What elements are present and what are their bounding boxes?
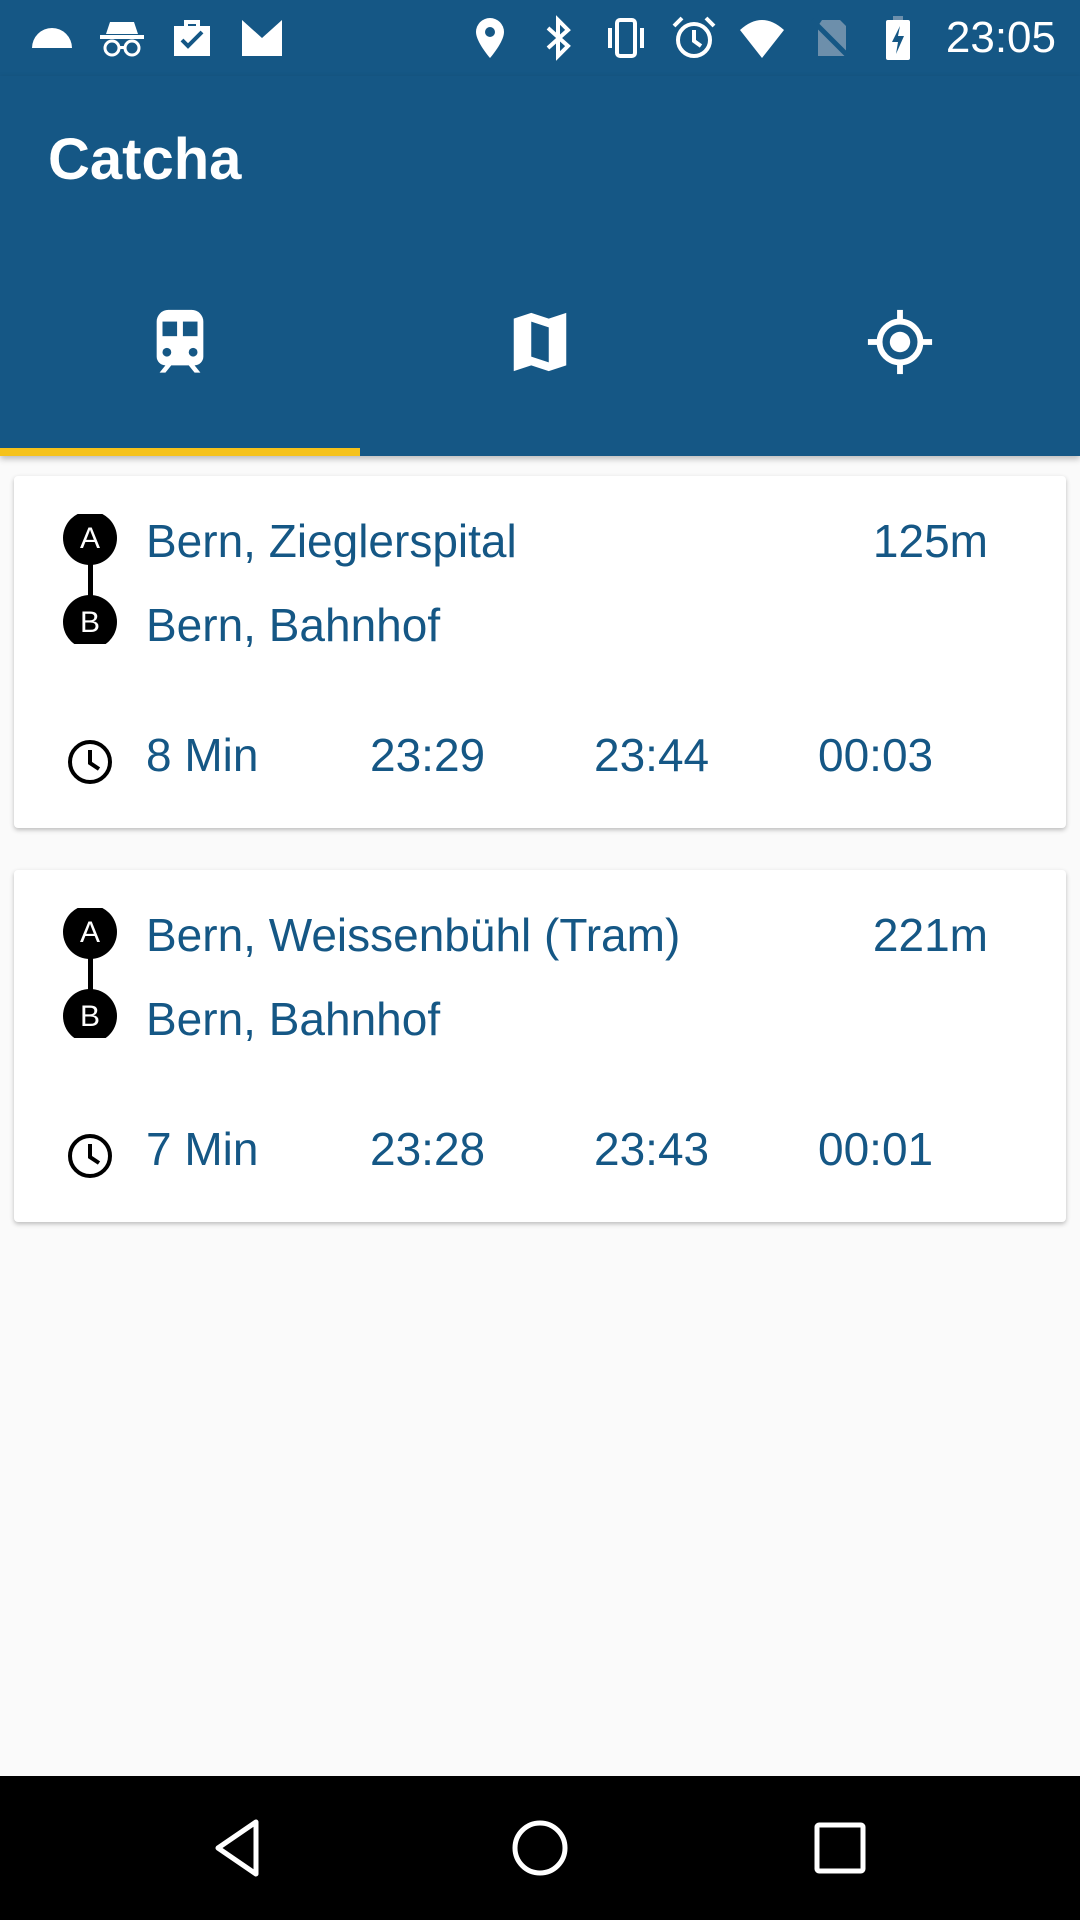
departure-time: 00:01 <box>818 1123 934 1175</box>
vibrate-icon <box>607 18 644 58</box>
status-time: 23:05 <box>945 13 1056 62</box>
tab-connections[interactable] <box>0 252 360 456</box>
svg-text:A: A <box>80 916 100 949</box>
cloud-icon <box>32 28 72 48</box>
tab-bar <box>0 252 1080 456</box>
recents-button[interactable] <box>804 1812 876 1884</box>
tab-map[interactable] <box>360 252 720 456</box>
no-sim-icon <box>810 18 850 58</box>
home-button[interactable] <box>504 1812 576 1884</box>
train-icon <box>156 309 204 373</box>
briefcase-check-icon <box>174 20 210 56</box>
location-icon <box>475 18 504 58</box>
battery-charging-icon <box>885 16 910 60</box>
status-bar: 23:05 <box>0 0 1080 76</box>
departure-time: 23:29 <box>370 729 486 781</box>
back-icon <box>215 1819 259 1877</box>
walk-time: 7 Min <box>146 1123 259 1175</box>
alarm-icon <box>672 16 716 58</box>
clock-icon <box>68 740 112 784</box>
svg-text:B: B <box>80 606 100 639</box>
distance-label: 125m <box>872 515 988 567</box>
gmail-icon <box>242 20 282 56</box>
app-bar: Catcha <box>0 76 1080 456</box>
walk-time: 8 Min <box>146 729 259 781</box>
app-title: Catcha <box>48 127 242 192</box>
connection-card[interactable]: A B Bern, Weissenbühl (Tram) Bern, Bahnh… <box>14 870 1066 1222</box>
location-target-icon <box>867 309 933 375</box>
distance-label: 221m <box>872 909 988 961</box>
recents-icon <box>814 1822 866 1874</box>
back-button[interactable] <box>204 1812 276 1884</box>
bluetooth-icon <box>546 15 571 61</box>
navigation-bar <box>0 1776 1080 1920</box>
clock-icon <box>68 1134 112 1178</box>
home-icon <box>512 1820 568 1876</box>
svg-text:A: A <box>80 522 100 555</box>
departure-station: Bern, Zieglerspital <box>146 515 517 567</box>
departure-time: 23:43 <box>594 1123 710 1175</box>
route-a-b-icon: A B <box>50 905 130 1043</box>
wifi-icon <box>739 20 784 58</box>
connection-card[interactable]: A B Bern, Zieglerspital Bern, Bahnhof 12… <box>14 476 1066 828</box>
departure-station: Bern, Weissenbühl (Tram) <box>146 909 681 961</box>
departure-time: 00:03 <box>818 729 934 781</box>
svg-text:B: B <box>80 1000 100 1033</box>
route-a-b-icon: A B <box>50 511 130 649</box>
departure-time: 23:44 <box>594 729 710 781</box>
map-icon <box>513 312 567 372</box>
departure-time: 23:28 <box>370 1123 486 1175</box>
arrival-station: Bern, Bahnhof <box>146 993 441 1045</box>
incognito-icon <box>100 22 144 57</box>
tab-location[interactable] <box>720 252 1080 456</box>
arrival-station: Bern, Bahnhof <box>146 599 441 651</box>
